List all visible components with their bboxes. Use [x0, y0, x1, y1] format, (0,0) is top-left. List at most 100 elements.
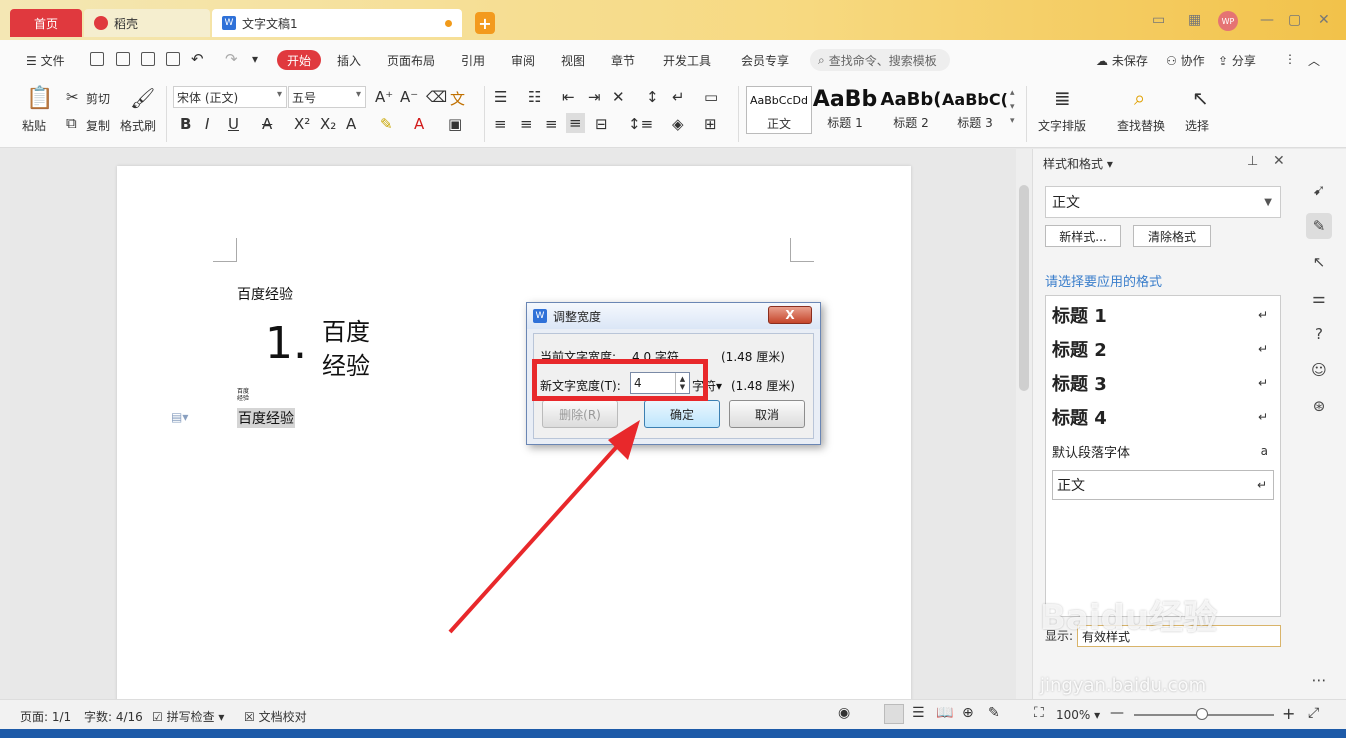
- menu-tab-page-layout[interactable]: 页面布局: [387, 52, 435, 69]
- subscript-icon[interactable]: X₂: [320, 115, 336, 133]
- highlight-icon[interactable]: ✎: [380, 115, 393, 133]
- superscript-icon[interactable]: X²: [294, 115, 310, 133]
- bold-icon[interactable]: B: [180, 115, 191, 133]
- maximize-icon[interactable]: ▢: [1288, 12, 1301, 28]
- style-item-normal[interactable]: 正文 ↵: [1052, 470, 1274, 500]
- new-style-button[interactable]: 新样式...: [1045, 225, 1121, 247]
- line-spacing-icon[interactable]: ↕≡: [628, 115, 653, 133]
- style-pen-icon[interactable]: ✎: [1306, 213, 1332, 239]
- style-item-heading-4[interactable]: 标题 4 ↵: [1052, 402, 1274, 432]
- current-style-select[interactable]: 正文 ▼: [1045, 186, 1281, 218]
- outline-view-icon[interactable]: ☰: [912, 705, 925, 721]
- undo-icon[interactable]: ↶: [191, 50, 204, 68]
- export-icon[interactable]: [116, 52, 130, 66]
- menu-tab-references[interactable]: 引用: [461, 52, 485, 69]
- share-circle-icon[interactable]: ⊛: [1306, 393, 1332, 419]
- paragraph-handle-icon[interactable]: ▤▾: [171, 410, 188, 424]
- zoom-in-icon[interactable]: +: [1282, 704, 1295, 723]
- unsaved-button[interactable]: ☁ 未保存: [1096, 52, 1148, 69]
- collapse-ribbon-icon[interactable]: ︿: [1308, 52, 1320, 69]
- justify-icon[interactable]: ≡: [566, 113, 585, 133]
- redo-icon[interactable]: ↷: [225, 50, 238, 68]
- more-menu-icon[interactable]: ⋮: [1284, 52, 1296, 66]
- distributed-icon[interactable]: ⊟: [595, 115, 608, 133]
- web-view-icon[interactable]: ⊕: [962, 705, 974, 721]
- numbered-list-icon[interactable]: ☷: [528, 88, 541, 106]
- zoom-level[interactable]: 100% ▾: [1056, 708, 1100, 722]
- copy-icon[interactable]: ⧉: [66, 114, 77, 132]
- quick-access-dropdown-icon[interactable]: ▾: [252, 52, 258, 66]
- style-item-heading-2[interactable]: 标题 2 ↵: [1052, 334, 1274, 364]
- style-item-default-font[interactable]: 默认段落字体 a: [1052, 436, 1274, 466]
- decrease-indent-icon[interactable]: ⇤: [562, 88, 575, 106]
- robot-icon[interactable]: ☺: [1306, 357, 1332, 383]
- cut-icon[interactable]: ✂: [66, 88, 79, 106]
- find-replace-button[interactable]: 查找替换: [1117, 117, 1165, 134]
- clear-format-button[interactable]: 清除格式: [1133, 225, 1211, 247]
- underline-icon[interactable]: U: [228, 115, 239, 133]
- style-heading-3[interactable]: AaBbC( 标题 3: [942, 86, 1008, 134]
- ruler-icon[interactable]: ▭: [704, 88, 718, 106]
- text-layout-icon[interactable]: ≣: [1054, 86, 1071, 110]
- style-heading-2[interactable]: AaBb( 标题 2: [878, 86, 944, 134]
- find-replace-icon[interactable]: ⌕: [1134, 86, 1145, 110]
- grow-font-icon[interactable]: A⁺: [375, 88, 393, 106]
- doc-selected-text[interactable]: 百度经验: [237, 408, 295, 428]
- italic-icon[interactable]: I: [205, 115, 209, 133]
- print-preview-icon[interactable]: [166, 52, 180, 66]
- select-button[interactable]: 选择: [1185, 117, 1209, 134]
- style-gallery-scroll-icon[interactable]: ▴ ▾ ▾: [1010, 86, 1015, 128]
- phonetic-icon[interactable]: 文: [450, 88, 465, 109]
- share-button[interactable]: ⇪ 分享: [1218, 52, 1256, 69]
- menu-tab-view[interactable]: 视图: [561, 52, 585, 69]
- font-name-select[interactable]: 宋体 (正文): [173, 86, 287, 108]
- paste-button[interactable]: 粘贴: [22, 117, 46, 134]
- avatar[interactable]: WP: [1218, 11, 1238, 31]
- doc-proofread[interactable]: ☒ 文档校对: [244, 708, 307, 725]
- style-item-heading-1[interactable]: 标题 1 ↵: [1052, 300, 1274, 330]
- chinese-layout-icon[interactable]: ✕: [612, 88, 625, 106]
- sliders-icon[interactable]: ⚌: [1306, 285, 1332, 311]
- collab-button[interactable]: ⚇ 协作: [1166, 52, 1205, 69]
- reading-view-icon[interactable]: 📖: [936, 705, 953, 721]
- new-tab-icon[interactable]: +: [475, 12, 495, 34]
- style-item-heading-3[interactable]: 标题 3 ↵: [1052, 368, 1274, 398]
- close-pane-icon[interactable]: ✕: [1273, 153, 1285, 169]
- page-count[interactable]: 页面: 1/1: [20, 708, 71, 725]
- borders-icon[interactable]: ⊞: [704, 115, 717, 133]
- zoom-slider-handle[interactable]: [1196, 708, 1208, 720]
- cut-button[interactable]: 剪切: [86, 90, 110, 107]
- menu-tab-review[interactable]: 审阅: [511, 52, 535, 69]
- menu-tab-member[interactable]: 会员专享: [741, 52, 789, 69]
- char-border-icon[interactable]: ▣: [448, 115, 462, 133]
- format-painter-button[interactable]: 格式刷: [120, 117, 156, 134]
- clear-format-icon[interactable]: ⌫: [426, 88, 447, 106]
- increase-indent-icon[interactable]: ⇥: [588, 88, 601, 106]
- spell-check[interactable]: ☑ 拼写检查 ▾: [152, 708, 224, 725]
- save-icon[interactable]: [90, 52, 104, 66]
- font-size-select[interactable]: 五号: [288, 86, 366, 108]
- strikethrough-icon[interactable]: A: [262, 115, 272, 133]
- font-color-icon[interactable]: A: [414, 115, 424, 133]
- tab-docer[interactable]: 稻壳: [84, 9, 210, 37]
- shrink-font-icon[interactable]: A⁻: [400, 88, 418, 106]
- word-count[interactable]: 字数: 4/16: [84, 708, 143, 725]
- command-search[interactable]: ⌕ 查找命令、搜索模板: [810, 49, 950, 71]
- menu-tab-insert[interactable]: 插入: [337, 52, 361, 69]
- cancel-button[interactable]: 取消: [729, 400, 805, 428]
- pointer-icon[interactable]: ↖: [1306, 249, 1332, 275]
- align-center-icon[interactable]: ≡: [520, 115, 533, 133]
- menu-tab-chapter[interactable]: 章节: [611, 52, 635, 69]
- zoom-out-icon[interactable]: —: [1110, 705, 1124, 721]
- format-painter-icon[interactable]: 🖌: [130, 86, 155, 110]
- more-dots-icon[interactable]: ⋯: [1306, 667, 1332, 693]
- style-heading-1[interactable]: AaBb 标题 1: [812, 86, 878, 134]
- text-layout-button[interactable]: 文字排版: [1038, 117, 1086, 134]
- style-normal[interactable]: AaBbCcDd 正文: [746, 86, 812, 134]
- select-cursor-icon[interactable]: ↖: [1192, 86, 1209, 110]
- show-marks-icon[interactable]: ↵: [672, 88, 685, 106]
- shading-icon[interactable]: ◈: [672, 115, 684, 133]
- minimize-icon[interactable]: —: [1260, 12, 1274, 28]
- print-icon[interactable]: [141, 52, 155, 66]
- tab-home[interactable]: 首页: [10, 9, 82, 37]
